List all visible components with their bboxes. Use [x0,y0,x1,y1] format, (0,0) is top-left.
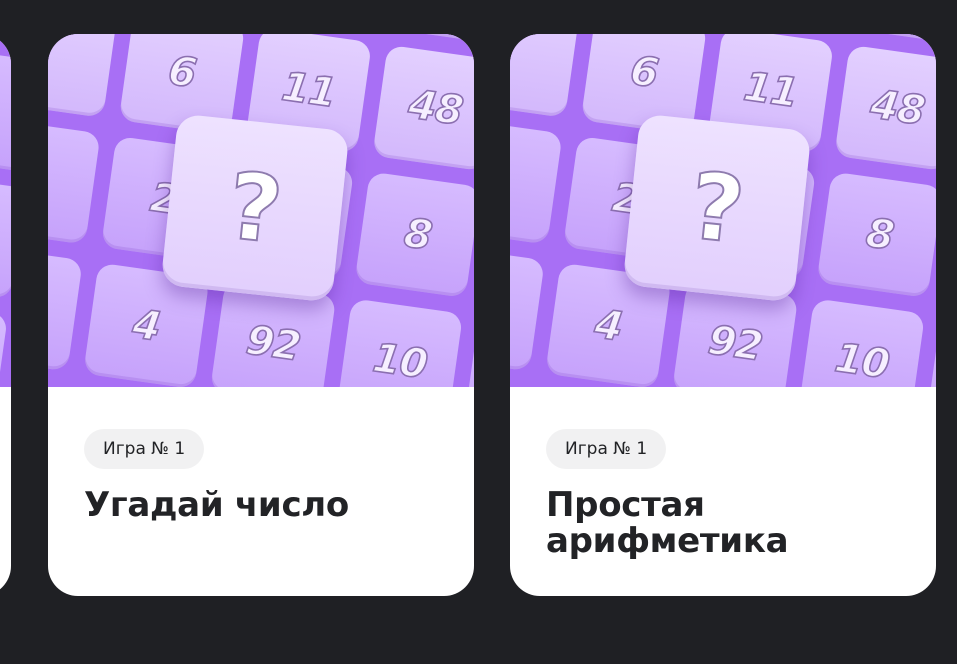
number-tile [48,244,83,372]
game-cover-image: 6 11 48 2 8 4 92 10 ? [48,34,474,387]
number-tile [0,299,9,387]
number-tile [0,45,11,173]
number-tile: 10 [798,298,926,387]
game-number-badge: Игра № 1 [84,429,205,469]
game-cover-image: 6 11 48 2 8 4 92 10 ? [510,34,936,387]
game-card-info: Игра № 1 Простая арифметика [546,429,906,559]
number-tile [925,316,936,387]
game-card-info: Игра № 1 Угадай число [84,429,444,523]
question-mark-tile: ? [622,113,812,303]
number-tile: 8 [816,171,936,299]
number-tile [48,34,119,118]
number-tile [48,118,101,245]
game-title[interactable]: Угадай число [84,487,444,523]
number-tile [510,244,545,372]
games-carousel: 6 11 48 2 8 4 92 10 ? Игра № 1 Угадай чи… [0,0,957,664]
number-tile [390,34,474,45]
number-tile [463,316,474,387]
game-number-badge: Игра № 1 [546,429,667,469]
game-cover-image [0,34,11,387]
question-mark-tile: ? [160,113,350,303]
number-tile: 10 [336,298,464,387]
game-title[interactable]: Простая арифметика [546,487,906,559]
number-tile: 48 [834,44,936,172]
number-tile [852,34,936,45]
number-tile [510,118,563,245]
game-card-partial[interactable] [0,34,11,596]
number-tile [0,172,11,300]
number-tile: 48 [372,44,474,172]
number-tiles-grid [0,34,11,387]
game-card[interactable]: 6 11 48 2 8 4 92 10 ? Игра № 1 Простая а… [510,34,936,596]
number-tile: 8 [354,171,474,299]
number-tile [510,34,581,118]
game-card[interactable]: 6 11 48 2 8 4 92 10 ? Игра № 1 Угадай чи… [48,34,474,596]
